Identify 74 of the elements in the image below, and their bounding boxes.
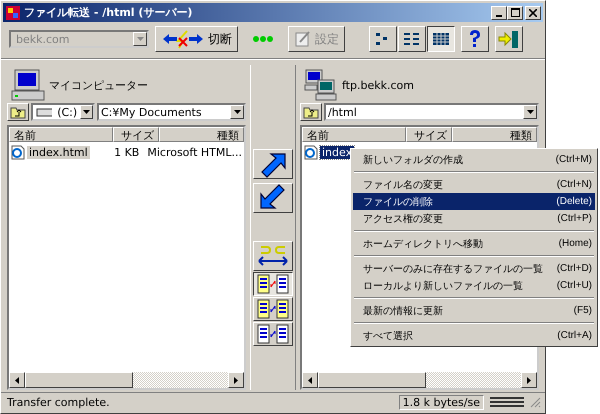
- window-title: ファイル転送 - /html (サーバー): [24, 5, 194, 20]
- download-button[interactable]: [253, 183, 293, 213]
- question-mark-icon: [467, 29, 483, 49]
- menu-item[interactable]: ファイル名の変更 (Ctrl+N): [353, 176, 595, 193]
- swap-arrows-icon: [257, 244, 289, 268]
- exit-button[interactable]: [495, 26, 523, 52]
- menu-item[interactable]: ローカルより新しいファイルの一覧 (Ctrl+U): [353, 277, 595, 294]
- folder-up-icon: [303, 106, 319, 118]
- menu-item[interactable]: ファイルの削除 (Delete): [353, 193, 595, 210]
- file-name[interactable]: index: [320, 146, 354, 158]
- sync-compare-icon: [257, 274, 289, 294]
- close-button[interactable]: [525, 6, 541, 20]
- file-size: 1 KB: [113, 146, 140, 158]
- folder-up-icon: [10, 106, 26, 118]
- parent-folder-button[interactable]: [300, 103, 322, 121]
- help-button[interactable]: [461, 26, 489, 52]
- column-header[interactable]: 名前: [302, 127, 406, 142]
- striped-logo-icon: [490, 396, 524, 408]
- column-header[interactable]: 種類: [159, 127, 244, 142]
- dropdown-arrow-icon: [526, 110, 534, 114]
- local-label: マイコンピューター: [49, 78, 148, 92]
- menu-item[interactable]: 新しいフォルダの作成 (Ctrl+M): [353, 151, 595, 168]
- view-button[interactable]: [427, 26, 455, 52]
- menu-item[interactable]: アクセス権の変更 (Ctrl+P): [353, 210, 595, 227]
- menu-item[interactable]: 最新の情報に更新 (F5): [353, 302, 595, 319]
- compare-button[interactable]: [253, 272, 293, 296]
- file-name[interactable]: index.html: [27, 146, 90, 158]
- swap-panels-button[interactable]: [253, 241, 293, 271]
- menu-item[interactable]: すべて選択 (Ctrl+A): [353, 327, 595, 344]
- horizontal-scrollbar[interactable]: [302, 372, 537, 388]
- horizontal-scrollbar[interactable]: [9, 372, 244, 388]
- minimize-button[interactable]: [491, 6, 507, 20]
- status-lights-icon: [252, 35, 274, 43]
- text-compare-icon: [257, 324, 289, 344]
- column-header[interactable]: サイズ: [406, 127, 452, 142]
- list-view-icon: [403, 32, 421, 46]
- path-combo[interactable]: /html: [324, 103, 539, 121]
- web-page-file-icon: [11, 144, 25, 160]
- scroll-left-icon: [15, 376, 19, 384]
- exit-door-icon: [498, 29, 520, 49]
- close-icon: [529, 8, 537, 16]
- path-combo[interactable]: C:¥My Documents: [97, 103, 246, 121]
- parent-folder-button[interactable]: [7, 103, 29, 121]
- dropdown-arrow-icon: [136, 37, 144, 41]
- app-icon: [5, 4, 21, 20]
- resize-grip-icon[interactable]: [530, 396, 541, 408]
- menu-item[interactable]: ホームディレクトリへ移動 (Home): [353, 235, 595, 252]
- menu-item[interactable]: サーバーのみに存在するファイルの一覧 (Ctrl+D): [353, 260, 595, 277]
- drive-combo[interactable]: (C:): [31, 103, 95, 121]
- scroll-left-icon: [308, 376, 312, 384]
- dropdown-arrow-icon: [234, 110, 240, 114]
- details-view-icon: [432, 32, 450, 46]
- disconnect-button[interactable]: 切断: [155, 26, 238, 52]
- maximize-button[interactable]: [507, 6, 523, 20]
- transfer-speed: 1.8 k bytes/se: [398, 394, 484, 410]
- file-type: Microsoft HTML...: [146, 146, 242, 158]
- minimize-icon: [496, 14, 502, 16]
- column-header[interactable]: サイズ: [113, 127, 159, 142]
- scroll-right-icon: [234, 376, 238, 384]
- network-computers-icon: [304, 69, 338, 101]
- drive-icon: [36, 107, 52, 117]
- disconnect-icon: [161, 29, 205, 49]
- upload-button[interactable]: [253, 149, 293, 179]
- status-message: Transfer complete.: [7, 396, 111, 408]
- dropdown-arrow-icon: [83, 110, 90, 114]
- scroll-right-icon: [527, 376, 531, 384]
- column-header[interactable]: 名前: [9, 127, 113, 142]
- maximize-icon: [510, 8, 520, 17]
- computer-icon: [11, 69, 45, 101]
- binary-compare-icon: [257, 299, 289, 319]
- web-page-file-icon: [304, 144, 318, 160]
- server-label: ftp.bekk.com: [342, 78, 414, 92]
- column-header[interactable]: 種類: [452, 127, 537, 142]
- settings-icon: [294, 30, 312, 48]
